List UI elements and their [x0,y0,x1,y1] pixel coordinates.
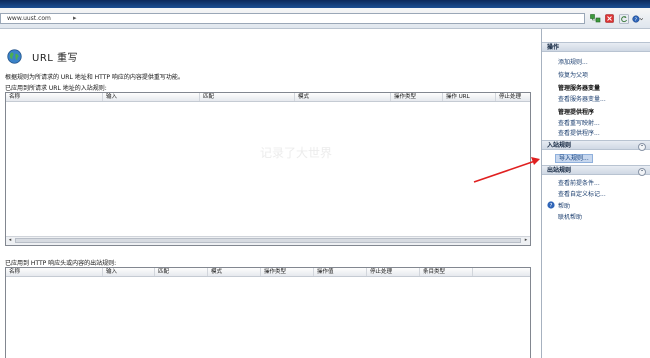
navigation-bar: www.uust.com ▸ ? [0,8,650,29]
horizontal-scrollbar[interactable]: ◂ ▸ [6,236,530,245]
column-header[interactable]: 输入 [103,268,155,276]
svg-text:?: ? [550,203,553,209]
column-header[interactable]: 操作类型 [391,93,443,101]
collapse-icon[interactable]: ⌃ [638,168,646,176]
column-header[interactable]: 操作 URL [443,93,496,101]
column-header[interactable]: 名称 [6,268,103,276]
online-help-link[interactable]: 联机帮助 [558,212,582,221]
column-header[interactable]: 操作值 [314,268,367,276]
view-custom-tags-link[interactable]: 查看自定义标记... [558,189,606,198]
column-header[interactable]: 名称 [6,93,103,101]
add-rule-link[interactable]: 添加规则... [558,57,588,66]
column-header[interactable]: 停止处理 [496,93,530,101]
view-providers-link[interactable]: 查看提供程序... [558,128,600,137]
network-icon[interactable] [590,13,601,24]
column-header[interactable]: 匹配 [200,93,295,101]
table-header: 名称 输入 匹配 模式 操作类型 操作值 停止处理 条目类型 [6,268,530,277]
actions-pane: 操作 添加规则... 恢复为父项 管理服务器变量 查看服务器变量... 管理提供… [542,29,650,358]
revert-to-parent-link[interactable]: 恢复为父项 [558,70,588,79]
column-header[interactable]: 条目类型 [420,268,473,276]
page-title: URL 重写 [32,53,79,64]
help-link[interactable]: 帮助 [558,201,570,210]
column-header[interactable]: 匹配 [155,268,208,276]
server-variables-heading: 管理服务器变量 [558,85,601,92]
column-header[interactable]: 操作类型 [261,268,314,276]
collapse-icon[interactable]: ⌃ [638,143,646,151]
column-header[interactable]: 停止处理 [367,268,420,276]
inbound-rules-table[interactable]: 名称 输入 匹配 模式 操作类型 操作 URL 停止处理 ◂ ▸ [5,92,531,246]
outbound-rules-table[interactable]: 名称 输入 匹配 模式 操作类型 操作值 停止处理 条目类型 [5,267,531,358]
scrollbar-thumb[interactable] [15,238,521,243]
import-rules-label: 导入规则... [555,154,593,163]
table-header: 名称 输入 匹配 模式 操作类型 操作 URL 停止处理 [6,93,530,102]
providers-heading: 管理提供程序 [558,109,595,116]
page-description: 根据规则为所请求的 URL 地址和 HTTP 响应的内容提供重写功能。 [5,74,184,81]
watermark-text: 记录了大世界 [260,146,333,160]
column-header[interactable]: 模式 [295,93,391,101]
view-rewrite-maps-link[interactable]: 查看重写映射... [558,118,600,127]
actions-header: 操作 [542,42,650,52]
refresh-icon[interactable] [618,13,629,24]
window-title-bar [0,0,650,8]
stop-icon[interactable] [604,13,615,24]
address-bar[interactable]: www.uust.com ▸ [0,13,585,24]
view-server-variables-link[interactable]: 查看服务器变量... [558,94,606,103]
outbound-rules-section-label: 出站规则 [547,167,572,174]
inbound-rules-label: 已应用到所请求 URL 地址的入站规则: [5,85,107,92]
column-header[interactable]: 模式 [208,268,261,276]
outbound-rules-section-header[interactable]: 出站规则 ⌃ [542,165,650,176]
address-text: www.uust.com [7,15,51,22]
features-pane: URL 重写 根据规则为所请求的 URL 地址和 HTTP 响应的内容提供重写功… [0,29,542,358]
column-header[interactable]: 输入 [103,93,200,101]
inbound-rules-section-header[interactable]: 入站规则 ⌃ [542,140,650,151]
help-icon[interactable]: ? [632,13,643,24]
breadcrumb-separator-icon[interactable]: ▸ [73,14,77,22]
scroll-left-icon[interactable]: ◂ [6,237,14,244]
view-preconditions-link[interactable]: 查看前提条件... [558,178,600,187]
inbound-rules-section-label: 入站规则 [547,142,572,149]
help-icon: ? [547,201,555,209]
scroll-right-icon[interactable]: ▸ [522,237,530,244]
import-rules-link[interactable]: 导入规则... [555,153,593,163]
outbound-rules-label: 已应用到 HTTP 响应头或内容的出站规则: [5,260,117,267]
globe-icon [7,49,22,64]
